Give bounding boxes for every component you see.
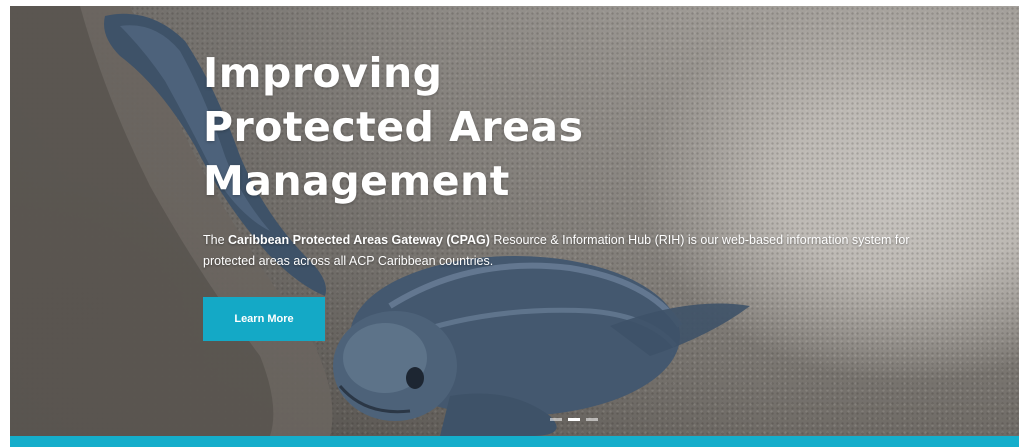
headline-line: Improving: [203, 49, 443, 97]
slide-indicator-3[interactable]: [586, 418, 598, 421]
hero-description: The Caribbean Protected Areas Gateway (C…: [203, 230, 918, 272]
slide-indicator-2[interactable]: [568, 418, 580, 421]
headline-line: Protected Areas: [203, 103, 584, 151]
hero-content: Improving Protected Areas Management The…: [203, 46, 923, 272]
page: Improving Protected Areas Management The…: [0, 0, 1025, 447]
slider-indicators: [550, 418, 598, 421]
description-prefix: The: [203, 233, 229, 247]
headline-line: Management: [203, 157, 510, 205]
hero-headline: Improving Protected Areas Management: [203, 46, 923, 208]
slide-indicator-1[interactable]: [550, 418, 562, 421]
learn-more-button[interactable]: Learn More: [203, 297, 325, 341]
accent-bar: [10, 436, 1019, 447]
hero-banner: Improving Protected Areas Management The…: [10, 6, 1019, 436]
cpag-name: Caribbean Protected Areas Gateway (CPAG): [228, 233, 490, 247]
